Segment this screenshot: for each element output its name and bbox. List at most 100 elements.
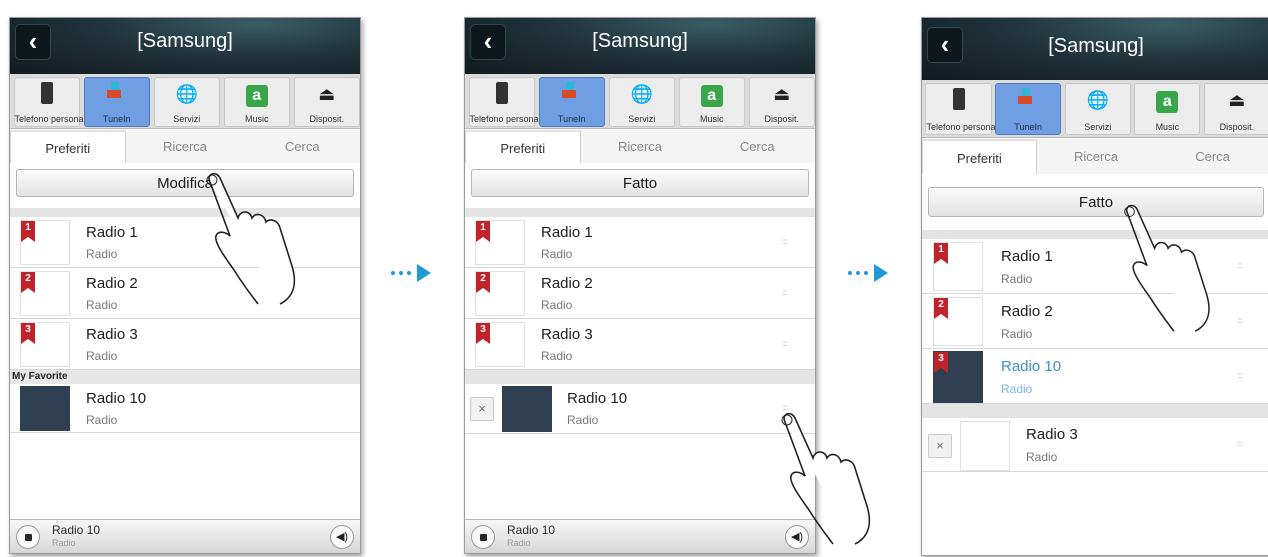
source-phone[interactable]: Telefono personale: [925, 83, 1003, 135]
list-item[interactable]: 3 Radio 3 Radio: [10, 319, 360, 370]
station-thumbnail: 1: [20, 220, 70, 265]
station-name: Radio 2: [541, 275, 593, 292]
source-tunein[interactable]: TuneIn: [995, 83, 1062, 135]
done-button[interactable]: Fatto: [471, 169, 809, 197]
source-label: TuneIn: [1014, 122, 1042, 132]
tab-ricerca[interactable]: Ricerca: [1037, 139, 1155, 174]
drag-handle-icon[interactable]: ::::: [782, 339, 788, 348]
volume-button[interactable]: ◀): [330, 525, 354, 549]
group-header: My Favorite: [10, 370, 360, 384]
source-label: Telefono personale: [926, 122, 1003, 132]
list-item[interactable]: × Radio 3 Radio ::::: [922, 418, 1268, 472]
station-thumbnail: 1: [475, 220, 525, 265]
station-name: Radio 3: [86, 326, 138, 343]
done-button[interactable]: Fatto: [928, 187, 1264, 217]
station-name: Radio 10: [1001, 358, 1062, 375]
list-item[interactable]: × Radio 10 Radio ::::: [465, 384, 815, 434]
drag-handle-icon[interactable]: ::::: [1237, 261, 1243, 270]
divider: [922, 404, 1268, 418]
list-item[interactable]: 1 Radio 1 Radio ::::: [922, 239, 1268, 294]
list-item[interactable]: Radio 10 Radio: [10, 384, 360, 433]
tab-preferiti[interactable]: Preferiti: [465, 130, 581, 163]
station-type: Radio: [86, 349, 118, 363]
stop-button[interactable]: [16, 525, 40, 549]
now-playing-type: Radio: [507, 538, 531, 548]
rank-badge: 2: [476, 272, 490, 293]
source-bar: Telefono personale TuneIn 🌐 Servizi a Musi…: [922, 80, 1268, 138]
source-device[interactable]: ⏏ Disposit.: [1203, 83, 1268, 135]
now-playing-name: Radio 10: [507, 523, 556, 537]
source-phone[interactable]: Telefono personale: [13, 77, 91, 127]
station-type: Radio: [541, 247, 573, 261]
source-label: TuneIn: [557, 114, 586, 124]
station-thumbnail: 3: [20, 322, 70, 367]
source-tunein[interactable]: TuneIn: [83, 77, 150, 127]
tab-cerca[interactable]: Cerca: [245, 130, 361, 163]
list-item[interactable]: 3 Radio 3 Radio ::::: [465, 319, 815, 370]
tab-ricerca[interactable]: Ricerca: [126, 130, 245, 163]
screen-1: ‹ [Samsung] Telefono personale TuneIn 🌐 S…: [9, 17, 361, 554]
station-thumbnail: 2: [933, 297, 983, 346]
tab-cerca[interactable]: Cerca: [700, 130, 816, 163]
station-thumbnail: 3: [933, 351, 983, 403]
tab-preferiti[interactable]: Preferiti: [10, 130, 126, 163]
source-servizi[interactable]: 🌐 Servizi: [1064, 83, 1131, 135]
phone-icon: [947, 88, 971, 112]
tab-ricerca[interactable]: Ricerca: [581, 130, 700, 163]
list-item-highlighted[interactable]: 3 Radio 10 Radio ::::: [922, 349, 1268, 404]
drag-handle-icon[interactable]: ::::: [782, 237, 788, 246]
volume-button[interactable]: ◀): [785, 525, 809, 549]
station-thumbnail: [20, 386, 70, 431]
station-thumbnail: 2: [475, 271, 525, 316]
station-name: Radio 1: [541, 224, 593, 241]
list-item[interactable]: 1 Radio 1 Radio: [10, 217, 360, 268]
delete-button[interactable]: ×: [470, 397, 494, 421]
station-name: Radio 10: [86, 390, 147, 407]
source-label: Disposit.: [764, 114, 799, 124]
rank-badge: 3: [476, 323, 490, 344]
amazon-icon: a: [1155, 88, 1179, 113]
source-music[interactable]: a Music: [1134, 83, 1201, 135]
source-label: Servizi: [628, 114, 656, 124]
screen-3: ‹ [Samsung] Telefono personale TuneIn 🌐 S…: [921, 17, 1268, 556]
page-title: [Samsung]: [592, 30, 688, 52]
list-item[interactable]: 1 Radio 1 Radio ::::: [465, 217, 815, 268]
divider: [10, 208, 360, 217]
source-servizi[interactable]: 🌐 Servizi: [153, 77, 220, 127]
stop-button[interactable]: [471, 525, 495, 549]
tab-bar: Preferiti Ricerca Cerca: [10, 130, 360, 163]
source-phone[interactable]: Telefono personale: [468, 77, 546, 127]
tab-bar: Preferiti Ricerca Cerca: [922, 139, 1268, 174]
source-tunein[interactable]: TuneIn: [538, 77, 605, 127]
globe-icon: 🌐: [1086, 90, 1109, 110]
delete-button[interactable]: ×: [928, 434, 952, 458]
drag-handle-icon[interactable]: ::::: [1237, 316, 1243, 325]
tab-cerca[interactable]: Cerca: [1155, 139, 1268, 174]
source-music[interactable]: a Music: [223, 77, 290, 127]
drag-handle-icon[interactable]: ::::: [782, 403, 788, 412]
tutorial-scene: ‹ [Samsung] Telefono personale TuneIn 🌐 S…: [0, 0, 1268, 557]
list-item[interactable]: 2 Radio 2 Radio ::::: [922, 294, 1268, 349]
source-device[interactable]: ⏏ Disposit.: [748, 77, 815, 127]
screen-2: ‹ [Samsung] Telefono personale TuneIn 🌐 S…: [464, 17, 816, 554]
divider: [465, 208, 815, 217]
list-item[interactable]: 2 Radio 2 Radio: [10, 268, 360, 319]
station-type: Radio: [86, 413, 118, 427]
source-music[interactable]: a Music: [678, 77, 745, 127]
now-playing-name: Radio 10: [52, 523, 101, 537]
list-item[interactable]: 2 Radio 2 Radio ::::: [465, 268, 815, 319]
device-icon: ⏏: [773, 84, 791, 104]
speaker-icon: ◀): [335, 531, 349, 543]
edit-button[interactable]: Modifica: [16, 169, 354, 197]
drag-handle-icon[interactable]: ::::: [1237, 371, 1243, 380]
tab-preferiti[interactable]: Preferiti: [922, 139, 1037, 174]
app-header: ‹ [Samsung]: [465, 18, 815, 74]
source-servizi[interactable]: 🌐 Servizi: [608, 77, 675, 127]
page-title: [Samsung]: [137, 30, 233, 52]
source-label: Music: [1155, 122, 1180, 132]
drag-handle-icon[interactable]: ::::: [1237, 439, 1243, 448]
divider: [465, 370, 815, 384]
drag-handle-icon[interactable]: ::::: [782, 288, 788, 297]
rank-badge: 1: [934, 243, 948, 264]
source-device[interactable]: ⏏ Disposit.: [293, 77, 360, 127]
